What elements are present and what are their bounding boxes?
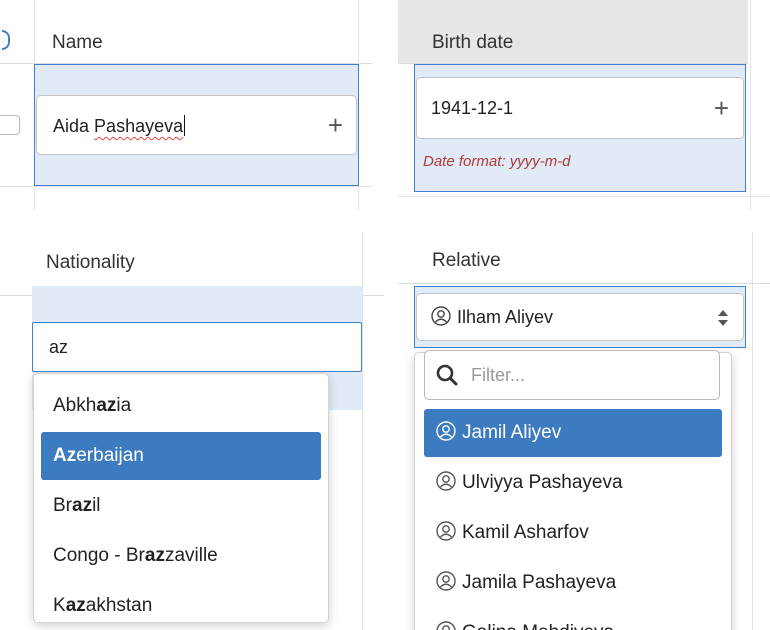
relative-option[interactable]: Jamila Pashayeva <box>424 559 722 607</box>
search-icon <box>436 364 458 386</box>
relative-filter-input[interactable]: Filter... <box>424 350 720 400</box>
nationality-option[interactable]: Kazakhstan <box>41 582 321 622</box>
nationality-header-label: Nationality <box>46 252 135 273</box>
relative-option[interactable]: Jamil Aliyev <box>424 409 722 457</box>
nationality-column-panel: Nationality az Abkhazia Azerbaijan Brazi… <box>0 232 384 630</box>
nationality-option[interactable]: Congo - Brazzaville <box>41 532 321 580</box>
relative-header-label: Relative <box>432 250 501 271</box>
grid-divider <box>0 186 372 187</box>
relative-column-header[interactable]: Relative <box>398 232 770 284</box>
name-input-second: Pashayeva <box>94 116 184 136</box>
nationality-input-value: az <box>49 337 69 357</box>
name-column-header[interactable]: Name <box>0 0 372 64</box>
plus-icon[interactable]: + <box>328 112 343 138</box>
name-header-label: Name <box>52 32 103 53</box>
relative-option[interactable]: Kamil Asharfov <box>424 509 722 557</box>
relative-option[interactable]: Galina Mehdiyeva <box>424 609 722 630</box>
grid-divider <box>752 232 753 630</box>
filter-placeholder: Filter... <box>471 365 526 385</box>
birth-date-column-header[interactable]: Birth date <box>398 0 748 64</box>
person-icon <box>436 421 456 441</box>
person-icon <box>436 521 456 541</box>
birth-date-input[interactable]: 1941-12-1 + <box>416 77 744 139</box>
date-format-error: Date format: yyyy-m-d <box>423 153 571 170</box>
column-icon-partial <box>2 30 10 50</box>
plus-icon[interactable]: + <box>714 95 729 121</box>
relative-select[interactable]: Ilham Aliyev <box>416 293 744 341</box>
name-input[interactable]: Aida Pashayeva + <box>36 95 357 155</box>
person-icon <box>431 306 451 326</box>
birth-date-value: 1941-12-1 <box>431 98 514 118</box>
birth-date-editing-cell: 1941-12-1 + Date format: yyyy-m-d <box>414 64 746 192</box>
row-checkbox-partial[interactable] <box>0 115 20 135</box>
grid-divider <box>750 0 751 210</box>
grid-divider <box>398 196 770 197</box>
grid-divider <box>362 232 363 630</box>
name-editing-cell: Aida Pashayeva + <box>34 64 359 186</box>
sort-updown-icon <box>718 310 728 326</box>
nationality-dropdown: Abkhazia Azerbaijan Brazil Congo - Brazz… <box>33 373 329 623</box>
relative-editing-cell: Ilham Aliyev <box>414 286 746 348</box>
person-icon <box>436 471 456 491</box>
name-column-panel: Name Aida Pashayeva + <box>0 0 372 210</box>
relative-option[interactable]: Ulviyya Pashayeva <box>424 459 722 507</box>
name-input-first: Aida <box>53 116 90 136</box>
nationality-option[interactable]: Brazil <box>41 482 321 530</box>
birth-date-column-panel: Birth date 1941-12-1 + Date format: yyyy… <box>398 0 770 210</box>
birth-date-header-label: Birth date <box>432 32 514 53</box>
nationality-option[interactable]: Azerbaijan <box>41 432 321 480</box>
person-icon <box>436 621 456 630</box>
nationality-option[interactable]: Abkhazia <box>41 382 321 430</box>
person-icon <box>436 571 456 591</box>
relative-column-panel: Relative Ilham Aliyev Jamil Aliyev Ulviy… <box>398 232 770 630</box>
text-caret <box>184 115 186 136</box>
nationality-input[interactable]: az <box>32 322 362 372</box>
relative-selected-value: Ilham Aliyev <box>457 307 554 327</box>
